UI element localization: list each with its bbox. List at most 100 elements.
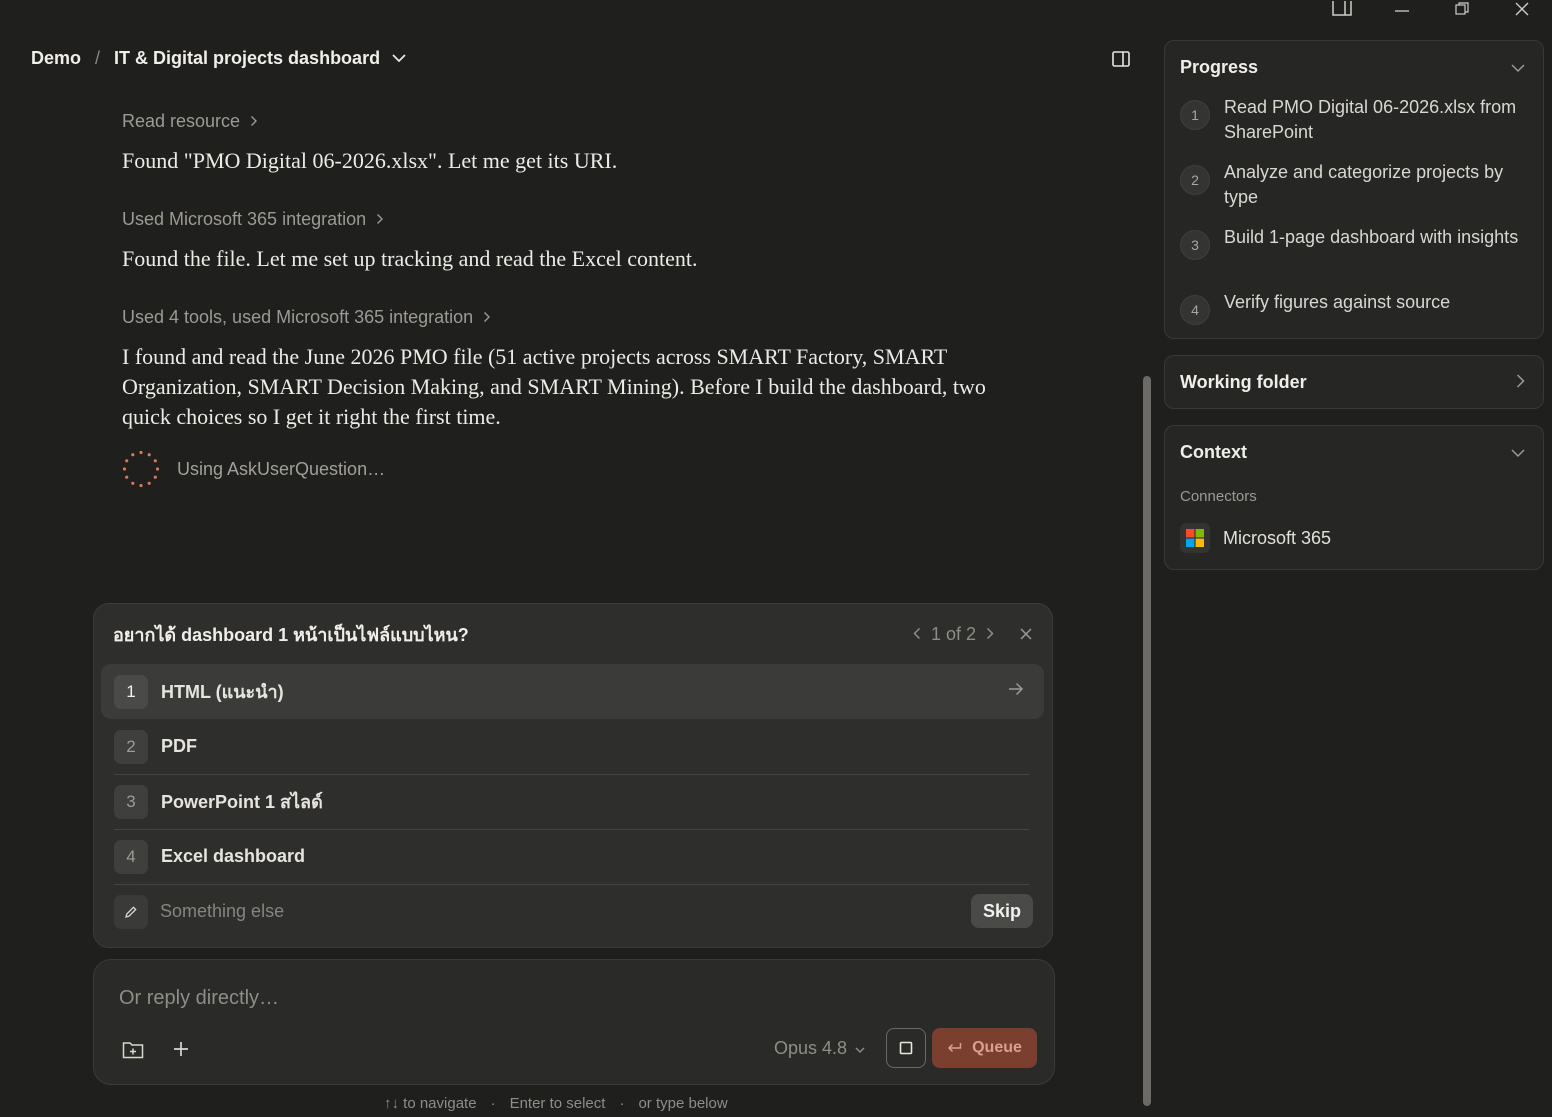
- assistant-message: Found "PMO Digital 06-2026.xlsx". Let me…: [122, 148, 618, 173]
- chevron-down-icon[interactable]: [392, 54, 406, 63]
- question-pager: 1 of 2: [913, 624, 1032, 645]
- chat-block: Used Microsoft 365 integration Found the…: [122, 206, 1002, 274]
- working-folder-header: Working folder: [1180, 370, 1525, 394]
- progress-step: 3 Build 1-page dashboard with insights: [1180, 225, 1524, 260]
- reply-composer: Opus 4.8 Queue: [93, 959, 1055, 1085]
- step-text: Verify figures against source: [1224, 292, 1451, 312]
- option-label: Excel dashboard: [161, 846, 306, 866]
- tool-status: Using AskUserQuestion…: [122, 450, 1002, 488]
- option-number: 2: [114, 729, 148, 764]
- working-folder-title: Working folder: [1180, 371, 1307, 392]
- chat-scrollbar[interactable]: [1143, 376, 1151, 1106]
- option-number: 4: [114, 839, 148, 874]
- chat-block: Read resource Found "PMO Digital 06-2026…: [122, 108, 1002, 176]
- hint-select: Enter to select: [509, 1095, 606, 1112]
- option-label: PowerPoint 1 สไลด์: [161, 792, 323, 812]
- step-text: Analyze and categorize projects by type: [1224, 162, 1504, 207]
- chat-block: Used 4 tools, used Microsoft 365 integra…: [122, 304, 1002, 432]
- tool-status-text: Using AskUserQuestion…: [177, 458, 386, 479]
- option-number: 1: [114, 674, 148, 709]
- context-header[interactable]: Context: [1180, 440, 1525, 464]
- skip-button[interactable]: Skip: [971, 894, 1033, 928]
- option-pdf[interactable]: 2 PDF: [101, 719, 1044, 774]
- connectors-label: Connectors: [1180, 488, 1257, 505]
- tool-summary[interactable]: Used Microsoft 365 integration: [122, 206, 1002, 232]
- chevron-right-icon: [250, 115, 258, 127]
- step-text: Read PMO Digital 06-2026.xlsx from Share…: [1224, 97, 1517, 142]
- question-header: อยากได้ dashboard 1 หน้าเป็นไฟล์แบบไหน? …: [113, 622, 1032, 646]
- option-label: HTML (แนะนำ): [161, 682, 284, 702]
- tool-summary-label: Read resource: [122, 110, 241, 131]
- chat-transcript: Read resource Found "PMO Digital 06-2026…: [122, 108, 1002, 488]
- composer-tools: [120, 1036, 216, 1062]
- stop-icon: [899, 1041, 913, 1055]
- hint-separator: ·: [490, 1095, 496, 1112]
- plus-icon[interactable]: [168, 1036, 194, 1062]
- step-number: 3: [1180, 230, 1210, 260]
- connector-name: Microsoft 365: [1223, 527, 1332, 548]
- breadcrumb-separator: /: [95, 48, 101, 68]
- keyboard-hint: ↑↓ to navigate · Enter to select · or ty…: [384, 1095, 728, 1112]
- queue-button[interactable]: Queue: [932, 1028, 1037, 1068]
- context-title: Context: [1180, 441, 1247, 462]
- add-folder-icon[interactable]: [120, 1036, 146, 1062]
- microsoft-logo-icon: [1180, 523, 1210, 553]
- step-text: Build 1-page dashboard with insights: [1224, 227, 1519, 247]
- model-name: Opus 4.8: [774, 1037, 848, 1058]
- option-excel[interactable]: 4 Excel dashboard: [101, 829, 1044, 884]
- queue-label: Queue: [972, 1039, 1022, 1056]
- hint-navigate: ↑↓ to navigate: [384, 1095, 477, 1112]
- progress-panel: Progress 1 Read PMO Digital 06-2026.xlsx…: [1164, 40, 1544, 339]
- pencil-icon: [114, 894, 148, 929]
- chevron-down-icon: [1511, 57, 1525, 78]
- project-title[interactable]: IT & Digital projects dashboard: [114, 48, 380, 69]
- breadcrumb-root[interactable]: Demo: [31, 48, 81, 69]
- connector-item[interactable]: Microsoft 365: [1180, 523, 1331, 553]
- option-html[interactable]: 1 HTML (แนะนำ): [101, 664, 1044, 719]
- chevron-down-icon: [855, 1038, 865, 1059]
- option-powerpoint[interactable]: 3 PowerPoint 1 สไลด์: [101, 774, 1044, 829]
- working-folder-panel[interactable]: Working folder: [1164, 355, 1544, 409]
- progress-step: 1 Read PMO Digital 06-2026.xlsx from Sha…: [1180, 95, 1524, 145]
- close-window-icon[interactable]: [1492, 0, 1552, 18]
- question-card: อยากได้ dashboard 1 หน้าเป็นไฟล์แบบไหน? …: [93, 603, 1053, 948]
- hint-type: or type below: [638, 1095, 728, 1112]
- progress-header[interactable]: Progress: [1180, 55, 1525, 79]
- progress-step: 4 Verify figures against source: [1180, 290, 1524, 325]
- restore-icon[interactable]: [1432, 0, 1492, 18]
- sidebar-layout-icon[interactable]: [1312, 0, 1372, 18]
- chevron-right-icon[interactable]: [986, 624, 994, 645]
- chevron-left-icon[interactable]: [913, 624, 921, 645]
- reply-input[interactable]: [119, 987, 819, 1010]
- chevron-right-icon: [1516, 372, 1525, 393]
- panel-toggle-icon[interactable]: [1112, 51, 1132, 69]
- option-label: PDF: [161, 736, 197, 756]
- context-panel: Context Connectors Microsoft 365: [1164, 425, 1544, 570]
- step-number: 4: [1180, 295, 1210, 325]
- spinner-icon: [122, 450, 160, 488]
- breadcrumb: Demo / IT & Digital projects dashboard: [31, 48, 406, 69]
- tool-summary-label: Used 4 tools, used Microsoft 365 integra…: [122, 306, 474, 327]
- progress-title: Progress: [1180, 56, 1259, 77]
- tool-summary-label: Used Microsoft 365 integration: [122, 208, 367, 229]
- question-title: อยากได้ dashboard 1 หน้าเป็นไฟล์แบบไหน?: [113, 624, 469, 645]
- assistant-message: I found and read the June 2026 PMO file …: [122, 344, 986, 429]
- close-icon[interactable]: [1020, 624, 1032, 645]
- step-number: 1: [1180, 100, 1210, 130]
- window-controls: [1312, 0, 1552, 18]
- progress-step: 2 Analyze and categorize projects by typ…: [1180, 160, 1524, 210]
- minimize-icon[interactable]: [1372, 0, 1432, 18]
- tool-summary[interactable]: Used 4 tools, used Microsoft 365 integra…: [122, 304, 1002, 330]
- arrow-right-icon: [1008, 682, 1024, 701]
- chevron-down-icon: [1511, 442, 1525, 463]
- chevron-right-icon: [376, 213, 384, 225]
- model-selector[interactable]: Opus 4.8: [774, 1036, 865, 1060]
- other-option: Skip: [101, 884, 1044, 939]
- hint-separator: ·: [619, 1095, 625, 1112]
- chevron-right-icon: [483, 311, 491, 323]
- other-option-input[interactable]: [160, 901, 860, 922]
- tool-summary[interactable]: Read resource: [122, 108, 1002, 134]
- step-number: 2: [1180, 165, 1210, 195]
- page-indicator: 1 of 2: [930, 623, 976, 644]
- stop-button[interactable]: [886, 1028, 926, 1068]
